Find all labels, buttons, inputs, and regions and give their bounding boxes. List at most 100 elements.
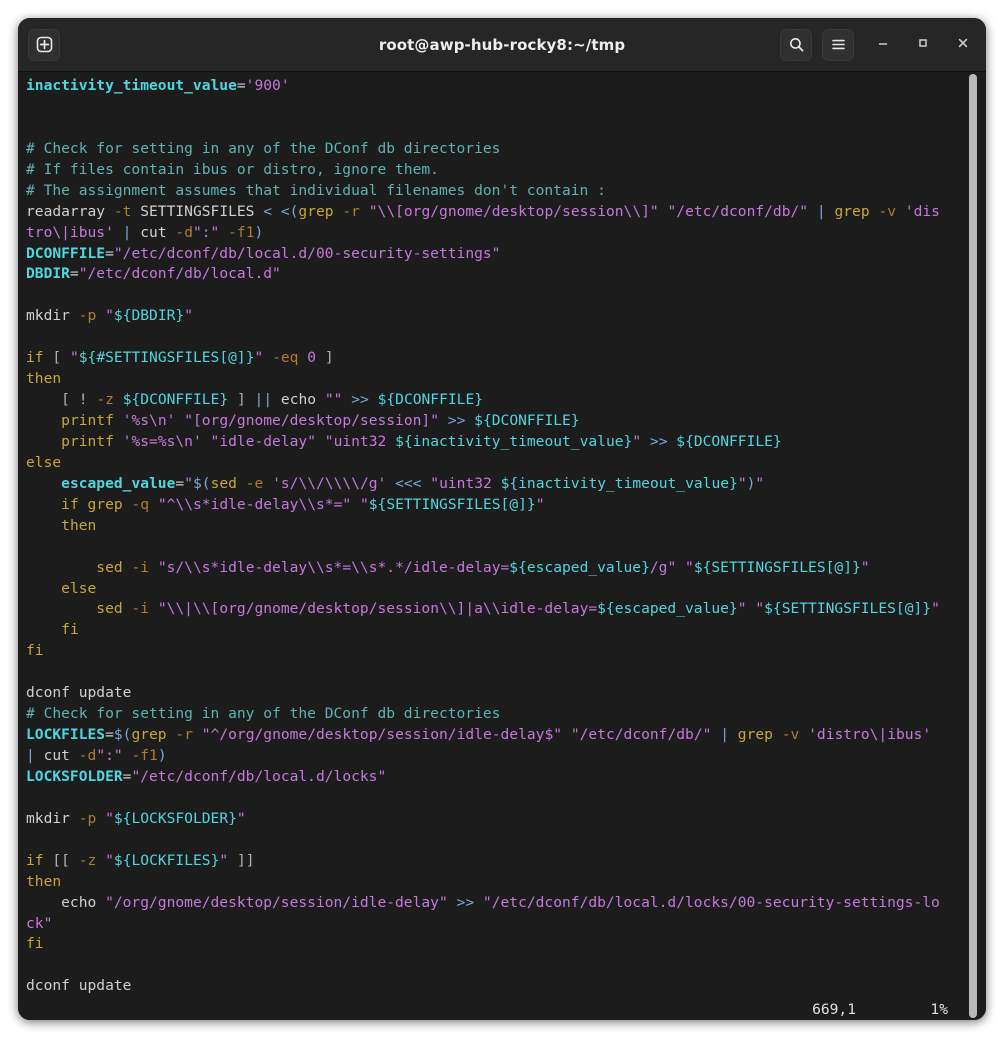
terminal-token: " xyxy=(236,809,246,827)
terminal-token: -z xyxy=(96,391,114,409)
terminal-token: DBDIR xyxy=(26,265,70,283)
terminal-line: tro\|ibus' | cut -d":" -f1) xyxy=(26,223,986,244)
terminal-token: # If files contain ibus or distro, ignor… xyxy=(26,160,439,178)
terminal-token: >> xyxy=(351,391,369,409)
terminal-token: readarray xyxy=(26,202,114,220)
terminal-token: "s/\\s*idle-delay\\s*=\\s*.*/idle-delay= xyxy=(157,558,510,576)
terminal-token: cut xyxy=(131,223,176,241)
minimize-button[interactable] xyxy=(870,32,896,58)
terminal-line: echo "/org/gnome/desktop/session/idle-de… xyxy=(26,893,986,914)
terminal-token: grep xyxy=(298,202,334,220)
terminal-token: 'distro\|ibus' xyxy=(808,726,932,744)
terminal-token: ${SETTINGSFILES[@]} xyxy=(764,600,932,618)
terminal-token: "\\|\\[org/gnome/desktop/session\\]|a\\i… xyxy=(157,600,598,618)
terminal-token: "uint32 xyxy=(430,474,501,492)
terminal-token: ck" xyxy=(26,914,53,932)
terminal-token: < xyxy=(263,202,273,220)
terminal-token: "/etc/dconf/db/local.d/00-security-setti… xyxy=(113,244,501,262)
terminal-line: escaped_value="$(sed -e 's/\\/\\\\/g' <<… xyxy=(26,474,986,495)
terminal-token: >> xyxy=(649,432,668,450)
terminal-token: "/org/gnome/desktop/session/idle-delay" xyxy=(105,893,448,911)
terminal-token: " xyxy=(632,432,642,450)
terminal-token: '%s=%s\n' xyxy=(122,432,202,450)
terminal-token: "^\\s*idle-delay\\s*=" xyxy=(157,495,352,513)
terminal-token: -v xyxy=(781,726,800,744)
hamburger-menu-icon xyxy=(830,36,847,53)
close-button[interactable] xyxy=(950,32,976,58)
terminal-token: " xyxy=(359,495,369,513)
terminal-token: '900' xyxy=(245,77,290,94)
terminal-token: " xyxy=(184,307,193,325)
terminal-token: -v xyxy=(878,202,897,220)
terminal-token: " xyxy=(219,851,229,869)
terminal-token: -t xyxy=(113,202,132,220)
terminal-token: if xyxy=(26,349,44,367)
terminal-token: ${DCONFFILE} xyxy=(377,391,484,409)
terminal-line: else xyxy=(26,579,986,600)
terminal-token: "idle-delay" xyxy=(210,432,316,450)
terminal-token: then xyxy=(61,516,97,534)
terminal-token: cut xyxy=(34,747,79,764)
terminal-token: -i xyxy=(131,558,150,576)
maximize-button[interactable] xyxy=(910,32,936,58)
terminal-token: if xyxy=(61,495,79,513)
terminal-token: || xyxy=(254,391,273,409)
terminal-token: "uint32 xyxy=(324,432,396,450)
terminal-token: ) xyxy=(157,747,167,764)
terminal-line: then xyxy=(26,516,986,537)
terminal-token: LOCKFILES xyxy=(26,726,106,744)
terminal-token: grep xyxy=(87,495,123,513)
maximize-icon xyxy=(916,36,930,54)
terminal-token: -z xyxy=(78,851,97,869)
terminal-token: DCONFFILE xyxy=(26,244,106,262)
scrollbar-thumb[interactable] xyxy=(969,74,977,1018)
terminal-token: SETTINGSFILES xyxy=(131,202,264,220)
terminal-token: LOCKSFOLDER xyxy=(26,767,123,785)
terminal-body[interactable]: inactivity_timeout_value='900' # Check f… xyxy=(18,72,986,1020)
terminal-line: inactivity_timeout_value='900' xyxy=(26,76,986,97)
terminal-token: sed xyxy=(210,474,237,492)
terminal-token: sed xyxy=(96,600,123,618)
terminal-token: else xyxy=(61,579,97,597)
terminal-token: grep xyxy=(737,726,773,744)
terminal-token: [ xyxy=(61,391,70,409)
terminal-token: dconf update xyxy=(26,684,132,702)
terminal-token: " xyxy=(737,600,747,618)
terminal-line: if grep -q "^\\s*idle-delay\\s*=" "${SET… xyxy=(26,495,986,516)
terminal-token: ) xyxy=(254,223,264,241)
terminal-token: $( xyxy=(192,474,211,492)
terminal-line: else xyxy=(26,453,986,474)
terminal-token: ${inactivity_timeout_value} xyxy=(395,432,633,450)
menu-button[interactable] xyxy=(822,28,854,61)
vertical-scrollbar[interactable] xyxy=(968,74,978,1018)
new-tab-button[interactable] xyxy=(28,28,60,61)
terminal-text-buffer[interactable]: inactivity_timeout_value='900' # Check f… xyxy=(18,72,986,1020)
terminal-token: mkdir xyxy=(26,809,79,827)
terminal-line: # If files contain ibus or distro, ignor… xyxy=(26,160,986,181)
search-button[interactable] xyxy=(780,28,812,61)
terminal-line: sed -i "\\|\\[org/gnome/desktop/session\… xyxy=(26,599,986,620)
